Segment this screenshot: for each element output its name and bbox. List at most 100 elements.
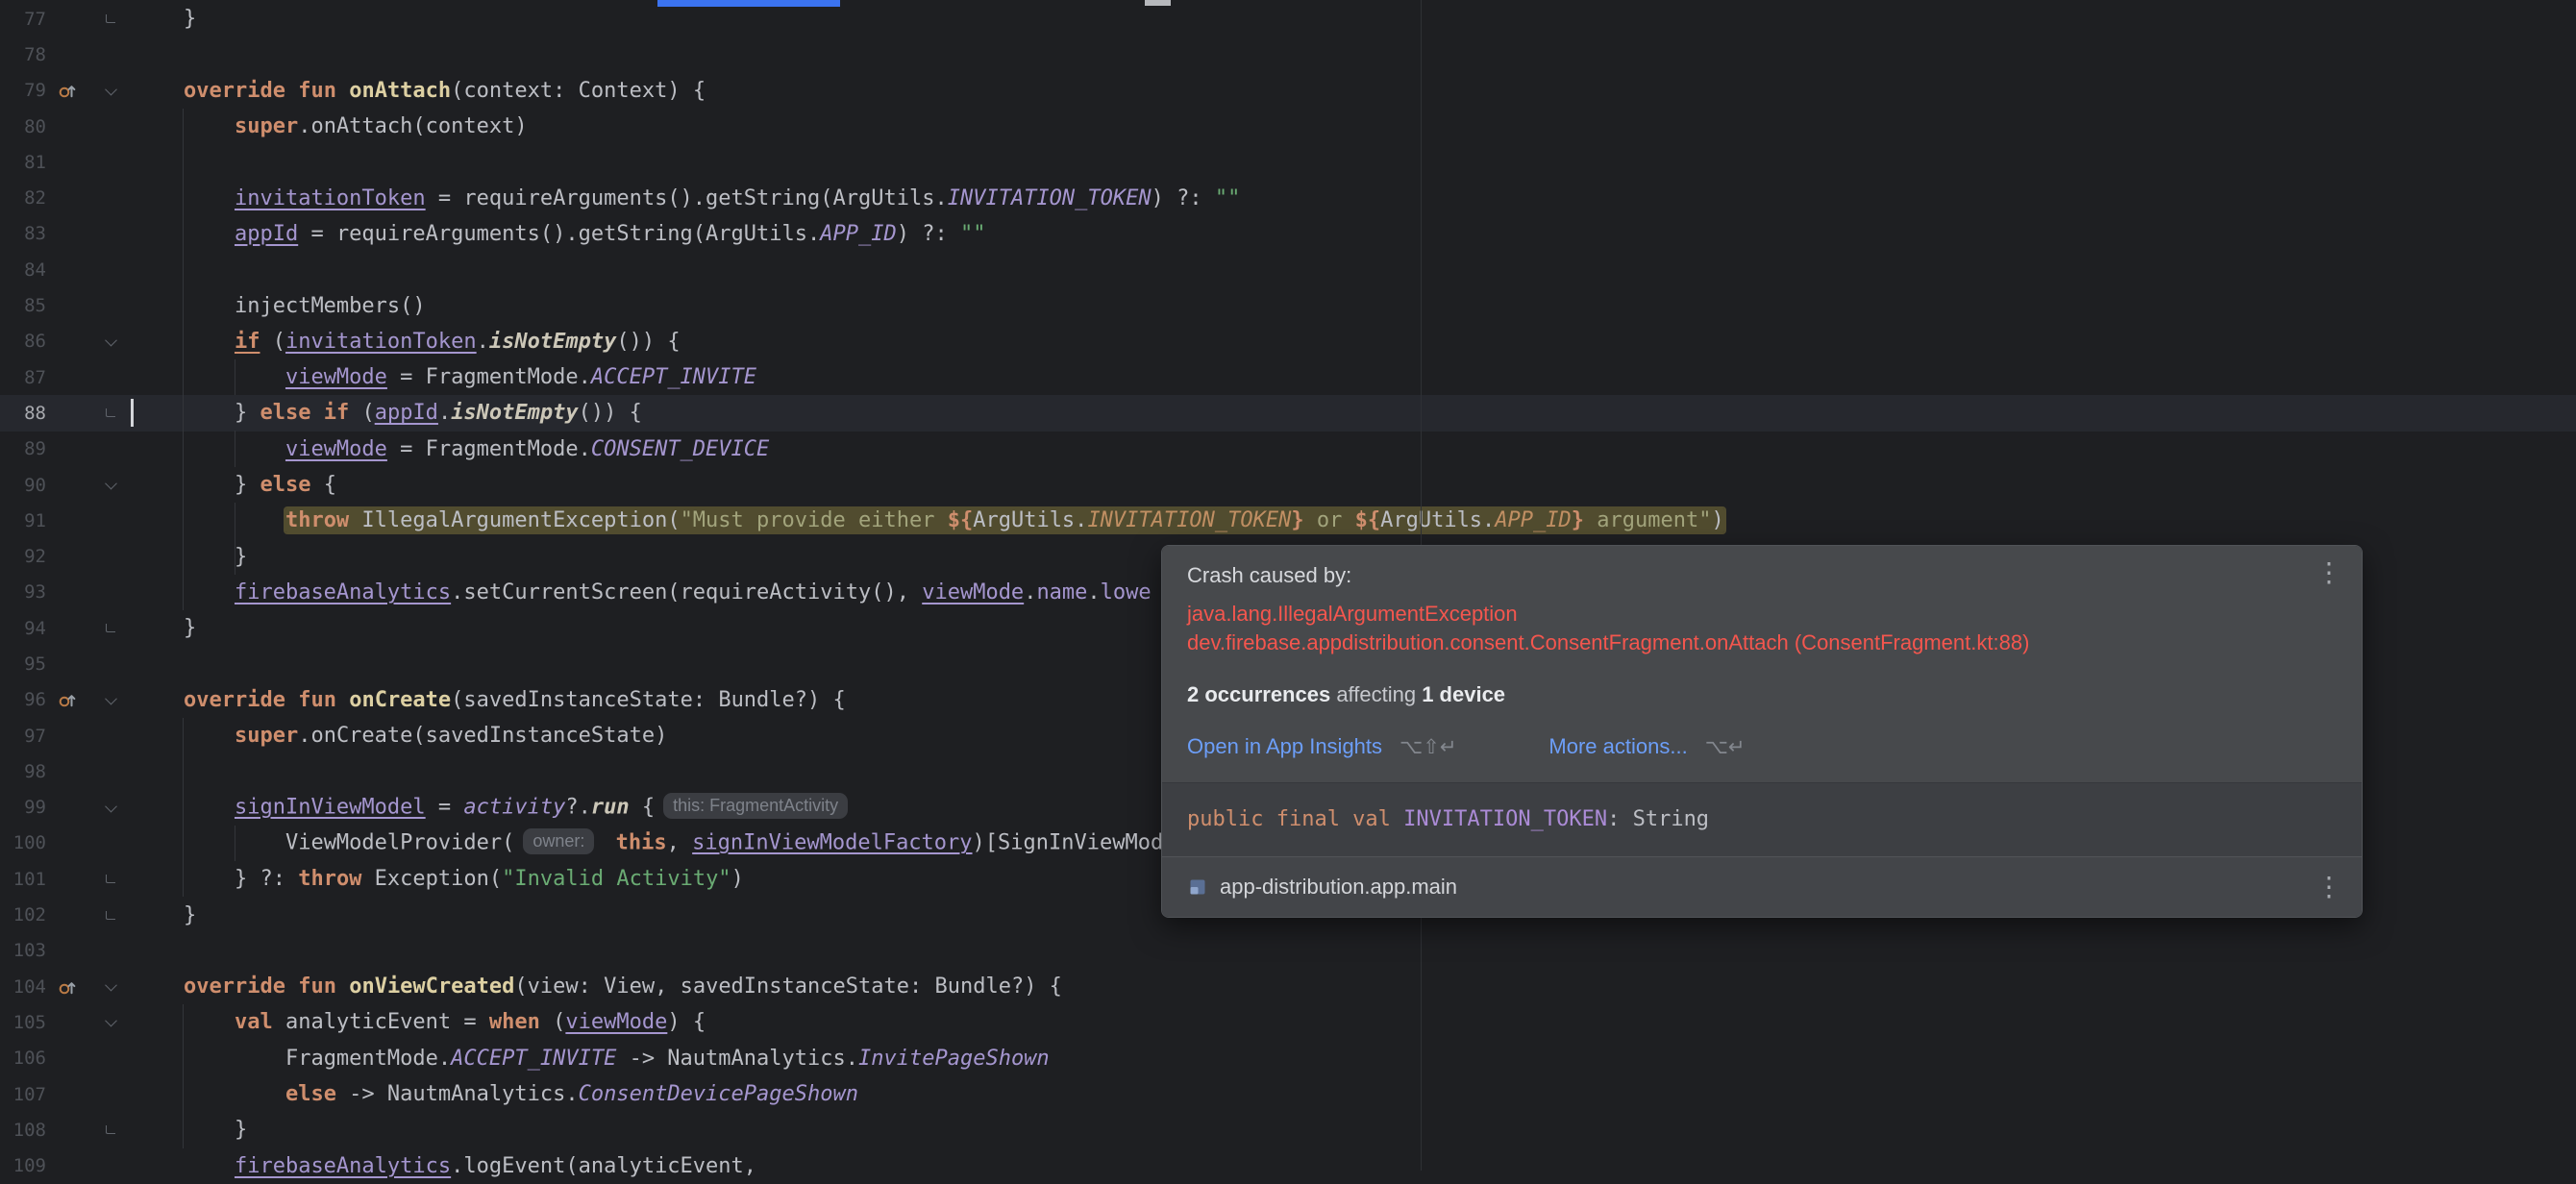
shortcut-hint-open-insights: ⌥⇧↵: [1399, 735, 1457, 758]
line-number[interactable]: 105: [0, 1012, 46, 1033]
symbol-signature: public final val INVITATION_TOKEN: Strin…: [1162, 782, 2362, 856]
line-number[interactable]: 100: [0, 832, 46, 853]
line-number[interactable]: 99: [0, 797, 46, 818]
code-text: } ?: throw Exception("Invalid Activity"): [234, 867, 744, 892]
shortcut-hint-more-actions: ⌥↵: [1704, 735, 1746, 758]
module-footer: app-distribution.app.main ⋮: [1162, 856, 2362, 917]
code-line[interactable]: 78: [0, 37, 2576, 72]
line-number[interactable]: 108: [0, 1120, 46, 1141]
line-number[interactable]: 79: [0, 80, 46, 101]
code-line[interactable]: 85 injectMembers(): [0, 287, 2576, 323]
code-text: }: [234, 1118, 248, 1143]
line-number[interactable]: 89: [0, 438, 46, 459]
fold-marker-icon[interactable]: [106, 1125, 115, 1135]
line-number[interactable]: 80: [0, 116, 46, 137]
code-line[interactable]: 84: [0, 252, 2576, 287]
overriding-method-icon[interactable]: [58, 690, 77, 709]
line-number[interactable]: 101: [0, 869, 46, 890]
line-number[interactable]: 103: [0, 940, 46, 961]
more-actions-link[interactable]: More actions...: [1548, 734, 1687, 759]
line-number[interactable]: 93: [0, 581, 46, 603]
code-line[interactable]: 107 else -> NautmAnalytics.ConsentDevice…: [0, 1076, 2576, 1112]
code-line[interactable]: 108 }: [0, 1112, 2576, 1147]
code-line[interactable]: 105 val analyticEvent = when (viewMode) …: [0, 1004, 2576, 1040]
code-line[interactable]: 90 } else {: [0, 467, 2576, 503]
line-number[interactable]: 91: [0, 510, 46, 531]
active-tab-indicator: [657, 0, 840, 7]
crash-location-link[interactable]: dev.firebase.appdistribution.consent.Con…: [1187, 629, 2337, 657]
code-text: else -> NautmAnalytics.ConsentDevicePage…: [285, 1082, 859, 1107]
crash-summary-section: Crash caused by: java.lang.IllegalArgume…: [1162, 546, 2362, 782]
crash-line-highlight: throw IllegalArgumentException("Must pro…: [285, 508, 1724, 533]
code-line[interactable]: 82 invitationToken = requireArguments().…: [0, 180, 2576, 215]
code-line[interactable]: 91 throw IllegalArgumentException("Must …: [0, 503, 2576, 538]
line-number[interactable]: 109: [0, 1155, 46, 1176]
line-number[interactable]: 88: [0, 403, 46, 424]
code-line[interactable]: 109 firebaseAnalytics.logEvent(analyticE…: [0, 1148, 2576, 1184]
fold-marker-icon[interactable]: [106, 14, 115, 24]
line-number[interactable]: 81: [0, 152, 46, 173]
crash-exception-text: java.lang.IllegalArgumentException: [1187, 602, 1518, 626]
overriding-method-icon[interactable]: [58, 977, 77, 997]
overriding-method-icon[interactable]: [58, 81, 77, 100]
fold-marker-icon[interactable]: [106, 875, 115, 884]
code-line[interactable]: 79 override fun onAttach(context: Contex…: [0, 73, 2576, 109]
code-line[interactable]: 87 viewMode = FragmentMode.ACCEPT_INVITE: [0, 359, 2576, 395]
code-text: appId = requireArguments().getString(Arg…: [234, 221, 986, 246]
code-line[interactable]: 103: [0, 933, 2576, 969]
code-text: viewMode = FragmentMode.ACCEPT_INVITE: [285, 365, 757, 390]
fold-marker-icon[interactable]: [106, 910, 115, 920]
line-number[interactable]: 102: [0, 904, 46, 925]
signature-name: INVITATION_TOKEN: [1403, 807, 1608, 831]
line-number[interactable]: 77: [0, 9, 46, 30]
line-number[interactable]: 92: [0, 546, 46, 567]
fold-marker-icon[interactable]: [104, 83, 117, 96]
line-number[interactable]: 86: [0, 331, 46, 352]
line-number[interactable]: 87: [0, 367, 46, 388]
popup-menu-kebab-icon[interactable]: ⋮: [2316, 559, 2342, 586]
open-in-app-insights-link[interactable]: Open in App Insights: [1187, 734, 1382, 759]
line-number[interactable]: 96: [0, 689, 46, 710]
code-line[interactable]: 89 viewMode = FragmentMode.CONSENT_DEVIC…: [0, 432, 2576, 467]
line-number[interactable]: 97: [0, 726, 46, 747]
line-number[interactable]: 104: [0, 976, 46, 998]
fold-marker-icon[interactable]: [104, 333, 117, 347]
fold-marker-icon[interactable]: [104, 477, 117, 490]
line-number[interactable]: 83: [0, 223, 46, 244]
caret: [131, 399, 134, 428]
line-number[interactable]: 84: [0, 259, 46, 281]
code-line[interactable]: 80 super.onAttach(context): [0, 109, 2576, 144]
line-number[interactable]: 94: [0, 618, 46, 639]
code-text: firebaseAnalytics.logEvent(analyticEvent…: [234, 1153, 770, 1178]
line-number[interactable]: 85: [0, 295, 46, 316]
fold-marker-icon[interactable]: [106, 624, 115, 633]
code-line[interactable]: 88 } else if (appId.isNotEmpty()) {: [0, 395, 2576, 432]
code-text: }: [183, 7, 197, 32]
code-line[interactable]: 77 }: [0, 1, 2576, 37]
code-text: super.onCreate(savedInstanceState): [234, 724, 668, 749]
code-line[interactable]: 104 override fun onViewCreated(view: Vie…: [0, 969, 2576, 1004]
signature-type: : String: [1607, 807, 1710, 831]
popup-footer-kebab-icon[interactable]: ⋮: [2316, 874, 2342, 900]
fold-marker-icon[interactable]: [104, 692, 117, 705]
fold-marker-icon[interactable]: [104, 1015, 117, 1027]
code-line[interactable]: 86 if (invitationToken.isNotEmpty()) {: [0, 324, 2576, 359]
line-number[interactable]: 98: [0, 761, 46, 782]
indent-guide: [183, 1004, 184, 1148]
line-number[interactable]: 106: [0, 1048, 46, 1069]
code-line[interactable]: 106 FragmentMode.ACCEPT_INVITE -> NautmA…: [0, 1041, 2576, 1076]
fold-marker-icon[interactable]: [106, 408, 115, 418]
fold-marker-icon[interactable]: [104, 978, 117, 992]
crash-occurrences: 2 occurrences affecting 1 device: [1187, 682, 2337, 707]
code-text: injectMembers(): [234, 293, 426, 318]
line-number[interactable]: 82: [0, 187, 46, 209]
line-number[interactable]: 90: [0, 475, 46, 496]
code-text: signInViewModel = activity?.run {this: F…: [133, 792, 856, 821]
code-text: } else {: [234, 473, 336, 497]
code-line[interactable]: 81: [0, 144, 2576, 180]
line-number[interactable]: 107: [0, 1084, 46, 1105]
code-line[interactable]: 83 appId = requireArguments().getString(…: [0, 216, 2576, 252]
fold-marker-icon[interactable]: [104, 800, 117, 813]
line-number[interactable]: 78: [0, 44, 46, 65]
line-number[interactable]: 95: [0, 654, 46, 675]
